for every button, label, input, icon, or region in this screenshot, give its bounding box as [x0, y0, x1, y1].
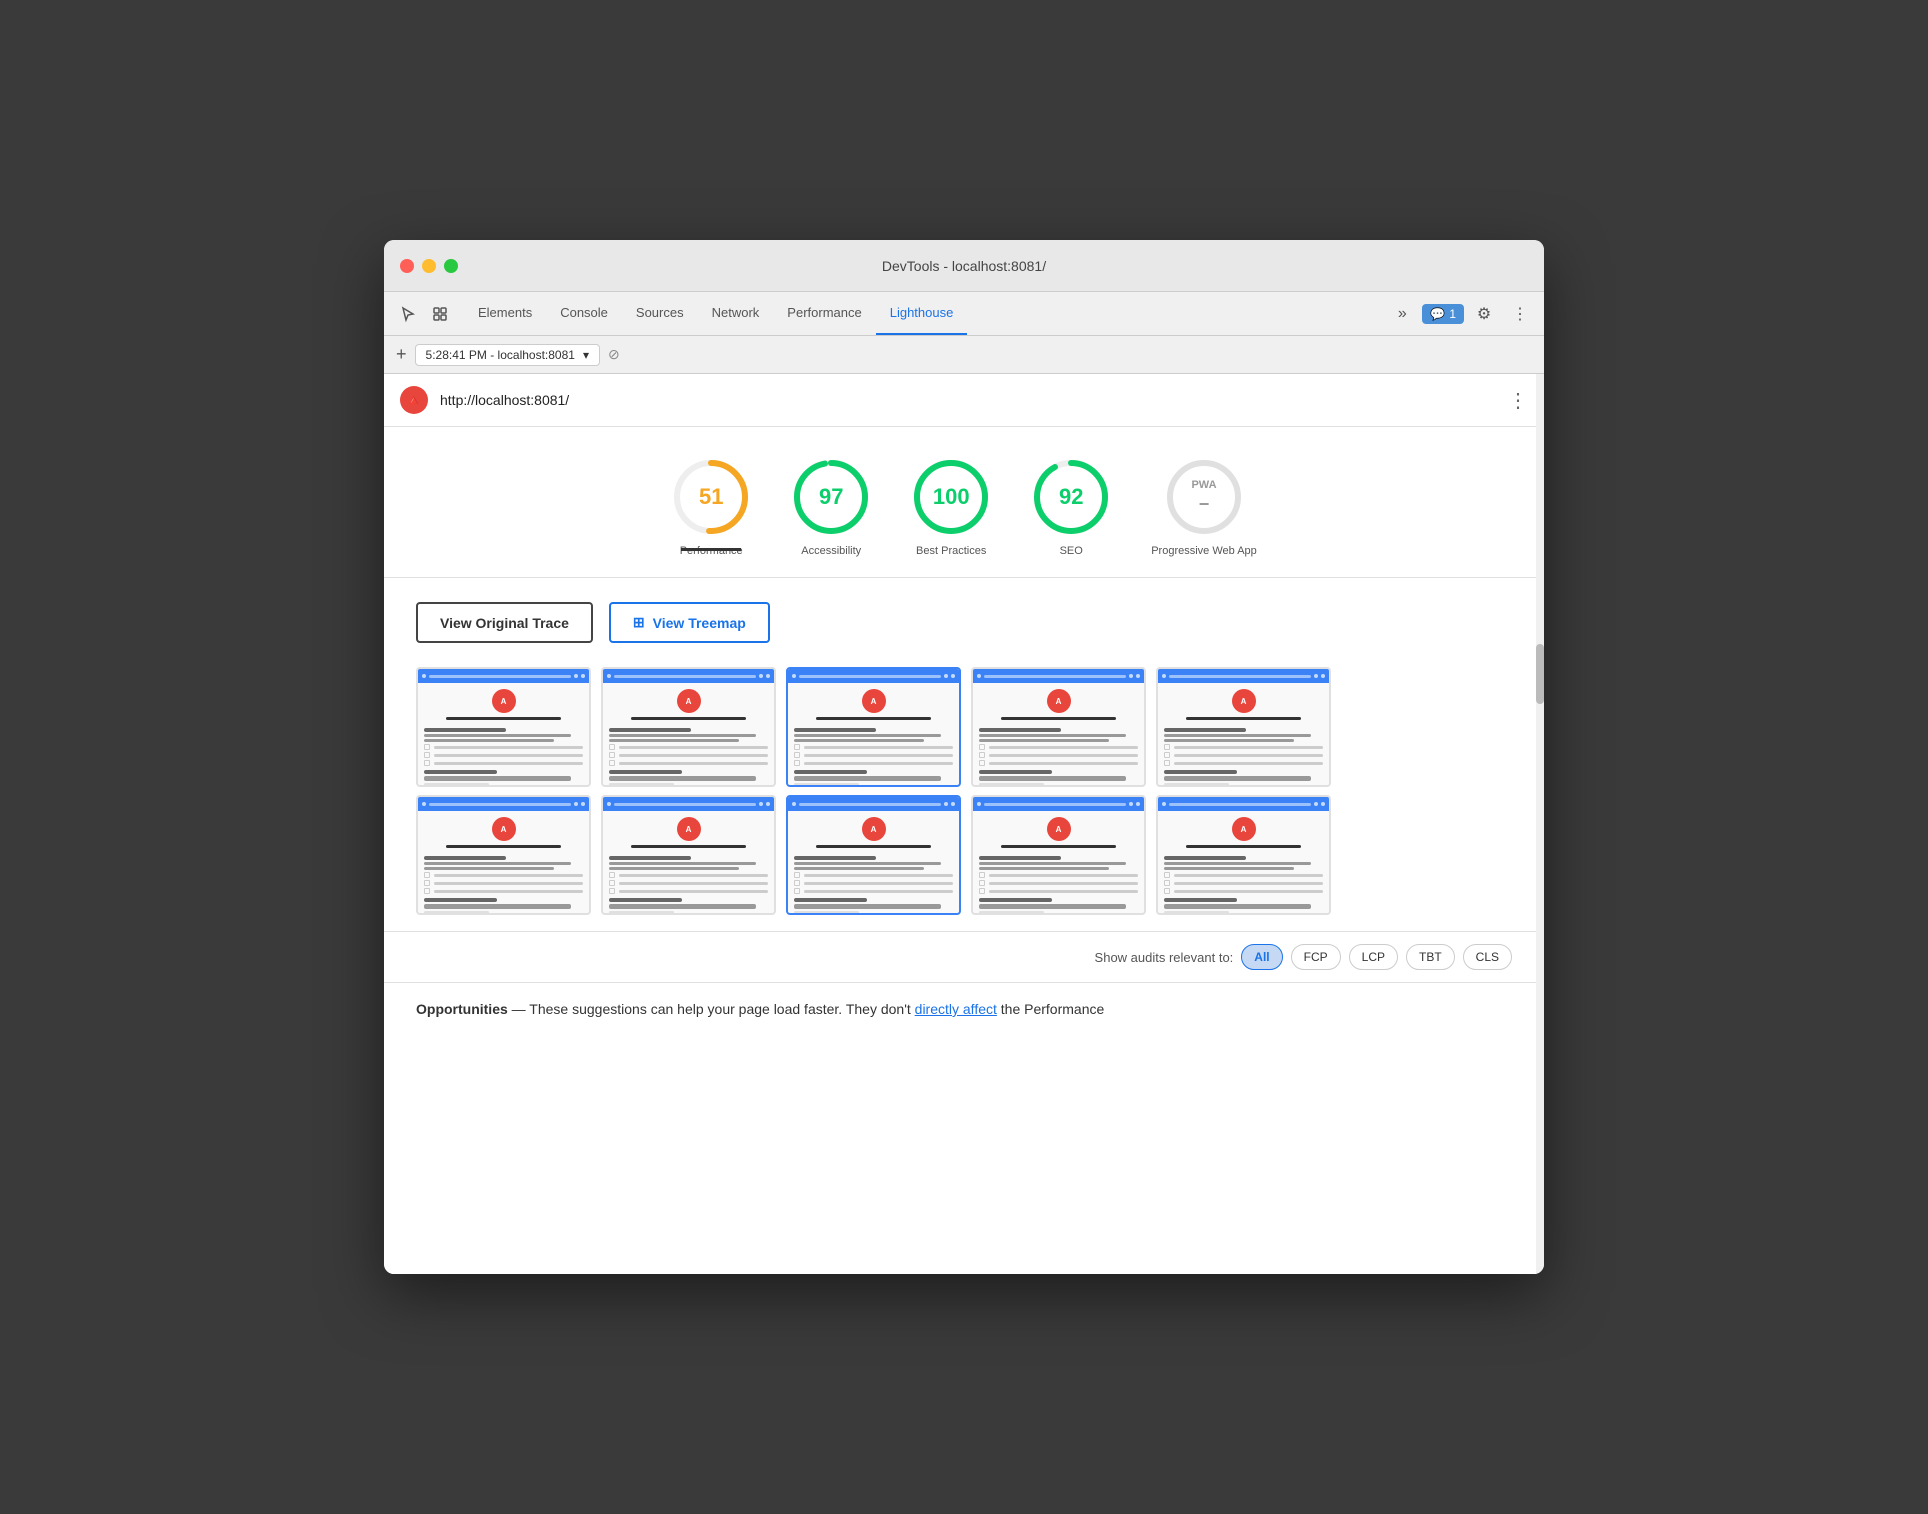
timestamp-label: 5:28:41 PM - localhost:8081	[426, 348, 575, 362]
ban-icon[interactable]: ⊘	[608, 346, 620, 363]
score-label-performance: Performance	[680, 545, 743, 557]
thumb-avatar: A	[492, 689, 516, 713]
notification-badge-button[interactable]: 💬 1	[1422, 304, 1464, 324]
screenshot-thumb-2: A	[601, 667, 776, 787]
view-original-trace-button[interactable]: View Original Trace	[416, 602, 593, 643]
treemap-icon: ⊞	[633, 614, 645, 631]
devtools-body: 🔺 http://localhost:8081/ ⋮ 51 Per	[384, 374, 1544, 1274]
score-circle-performance: 51	[671, 457, 751, 537]
title-bar: DevTools - localhost:8081/	[384, 240, 1544, 292]
screenshot-thumb-8: A	[786, 795, 961, 915]
opportunities-title: Opportunities	[416, 1001, 508, 1017]
screenshot-thumb-7: A	[601, 795, 776, 915]
screenshot-thumb-6: A	[416, 795, 591, 915]
score-label-seo: SEO	[1060, 545, 1083, 557]
score-label-pwa: Progressive Web App	[1151, 545, 1257, 557]
score-circle-seo: 92	[1031, 457, 1111, 537]
scrollbar-track[interactable]	[1536, 374, 1544, 1274]
tab-sources[interactable]: Sources	[622, 292, 698, 335]
screenshot-thumb-3: A	[786, 667, 961, 787]
menu-icon[interactable]: ⋮	[1504, 298, 1536, 330]
lighthouse-url: http://localhost:8081/	[440, 392, 569, 408]
filmstrip-row-2: A A A A A	[416, 795, 1512, 915]
score-circle-pwa: PWA −	[1164, 457, 1244, 537]
screenshot-thumb-9: A	[971, 795, 1146, 915]
filter-cls-button[interactable]: CLS	[1463, 944, 1512, 970]
filmstrip-row-1: A	[416, 667, 1512, 787]
lighthouse-more-icon[interactable]: ⋮	[1508, 388, 1528, 413]
tab-console[interactable]: Console	[546, 292, 622, 335]
add-tab-button[interactable]: +	[396, 344, 407, 365]
inspect-icon[interactable]	[424, 298, 456, 330]
devtools-body-wrapper: 🔺 http://localhost:8081/ ⋮ 51 Per	[384, 374, 1544, 1274]
opportunities-link[interactable]: directly affect	[915, 1001, 997, 1017]
score-circle-best-practices: 100	[911, 457, 991, 537]
opportunities-section: Opportunities — These suggestions can he…	[384, 982, 1544, 1036]
score-circle-accessibility: 97	[791, 457, 871, 537]
action-buttons: View Original Trace ⊞ View Treemap	[384, 578, 1544, 667]
lighthouse-icon: 🔺	[400, 386, 428, 414]
score-pwa[interactable]: PWA − Progressive Web App	[1151, 457, 1257, 557]
nav-tabs: Elements Console Sources Network Perform…	[464, 292, 1386, 335]
badge-count: 1	[1449, 307, 1456, 321]
maximize-button[interactable]	[444, 259, 458, 273]
filter-all-button[interactable]: All	[1241, 944, 1282, 970]
screenshot-thumb-4: A	[971, 667, 1146, 787]
score-label-accessibility: Accessibility	[801, 545, 861, 557]
score-value-best-practices: 100	[933, 484, 970, 510]
minimize-button[interactable]	[422, 259, 436, 273]
screenshot-thumb-5: A	[1156, 667, 1331, 787]
url-bar: + 5:28:41 PM - localhost:8081 ▾ ⊘	[384, 336, 1544, 374]
filter-label: Show audits relevant to:	[1095, 950, 1234, 965]
devtools-nav: Elements Console Sources Network Perform…	[384, 292, 1544, 336]
chat-icon: 💬	[1430, 307, 1445, 321]
score-best-practices[interactable]: 100 Best Practices	[911, 457, 991, 557]
score-label-best-practices: Best Practices	[916, 545, 986, 557]
treemap-label: View Treemap	[653, 615, 746, 631]
tab-network[interactable]: Network	[698, 292, 774, 335]
opportunities-description: — These suggestions can help your page l…	[512, 1001, 911, 1017]
window-title: DevTools - localhost:8081/	[882, 258, 1046, 274]
view-treemap-button[interactable]: ⊞ View Treemap	[609, 602, 770, 643]
score-value-accessibility: 97	[819, 484, 843, 510]
opportunities-text-after: the Performance	[1001, 1001, 1105, 1017]
pwa-dash: −	[1191, 494, 1216, 516]
audit-filter: Show audits relevant to: All FCP LCP TBT…	[384, 931, 1544, 982]
close-button[interactable]	[400, 259, 414, 273]
opportunities-text: Opportunities — These suggestions can he…	[416, 999, 1512, 1020]
devtools-window: DevTools - localhost:8081/ Elements Cons…	[384, 240, 1544, 1274]
filter-fcp-button[interactable]: FCP	[1291, 944, 1341, 970]
dropdown-icon: ▾	[583, 348, 589, 362]
score-performance[interactable]: 51 Performance	[671, 457, 751, 557]
cursor-icon[interactable]	[392, 298, 424, 330]
nav-right-controls: » 💬 1 ⚙ ⋮	[1386, 298, 1536, 330]
screenshot-thumb-1: A	[416, 667, 591, 787]
settings-icon[interactable]: ⚙	[1468, 298, 1500, 330]
tab-lighthouse[interactable]: Lighthouse	[876, 292, 968, 335]
window-controls	[400, 259, 458, 273]
score-seo[interactable]: 92 SEO	[1031, 457, 1111, 557]
more-tabs-icon[interactable]: »	[1386, 298, 1418, 330]
score-value-performance: 51	[699, 484, 723, 510]
url-input[interactable]: 5:28:41 PM - localhost:8081 ▾	[415, 344, 600, 366]
scores-section: 51 Performance 97 Accessibility	[384, 427, 1544, 578]
tab-elements[interactable]: Elements	[464, 292, 546, 335]
score-accessibility[interactable]: 97 Accessibility	[791, 457, 871, 557]
filter-tbt-button[interactable]: TBT	[1406, 944, 1455, 970]
filmstrip: A	[384, 667, 1544, 931]
pwa-label-top: PWA	[1191, 479, 1216, 492]
tab-performance[interactable]: Performance	[773, 292, 875, 335]
thumb-avatar-2: A	[677, 689, 701, 713]
scrollbar-thumb[interactable]	[1536, 644, 1544, 704]
lighthouse-url-bar: 🔺 http://localhost:8081/ ⋮	[384, 374, 1544, 427]
filter-lcp-button[interactable]: LCP	[1349, 944, 1398, 970]
score-value-seo: 92	[1059, 484, 1083, 510]
screenshot-thumb-10: A	[1156, 795, 1331, 915]
